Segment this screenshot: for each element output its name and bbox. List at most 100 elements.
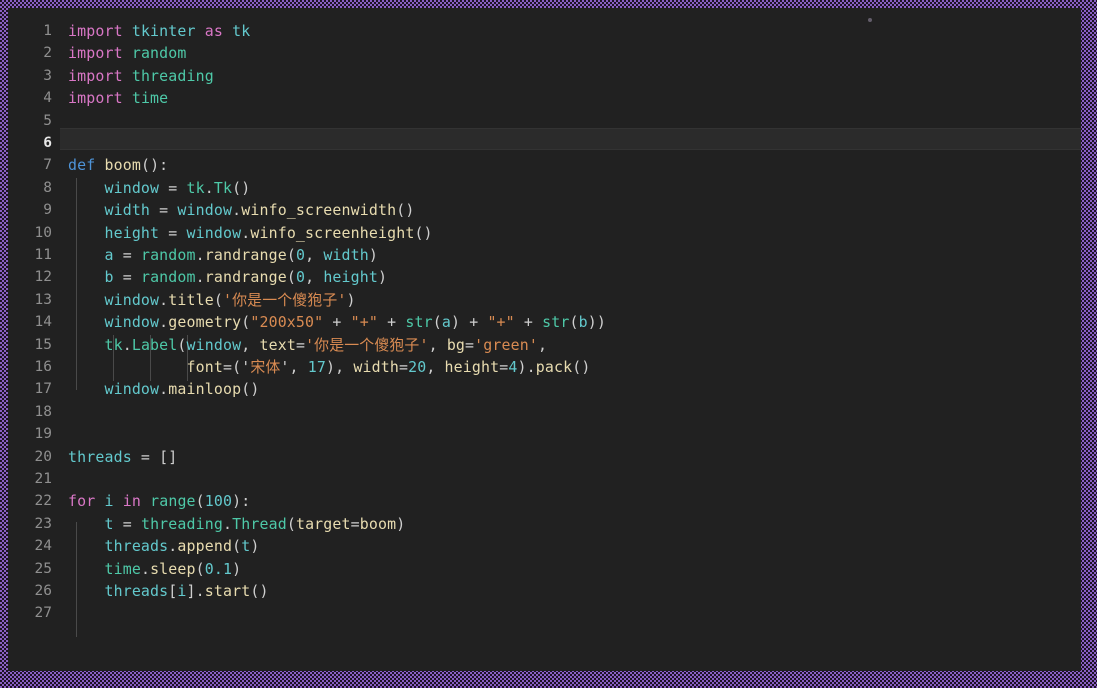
code-token: () [241, 380, 260, 399]
code-token: ( [177, 335, 187, 354]
code-line[interactable]: import threading [68, 65, 214, 87]
code-token: "+" [350, 313, 378, 332]
code-line[interactable]: threads.append(t) [68, 535, 259, 557]
line-number: 9 [43, 202, 52, 219]
code-token: t [241, 537, 251, 556]
code-token: + [323, 313, 351, 332]
code-token: 'green' [474, 335, 538, 354]
code-token: Thread [232, 514, 287, 533]
code-lines[interactable]: import tkinter as tk import random import … [68, 8, 1081, 671]
code-token: import [68, 66, 123, 85]
code-token: range [150, 492, 196, 511]
line-number: 25 [34, 560, 52, 577]
code-token: text [259, 335, 296, 354]
code-token: window [104, 290, 160, 309]
code-token: 4 [508, 358, 518, 376]
code-token: ( [195, 492, 205, 511]
code-line[interactable]: def boom(): [68, 154, 168, 176]
code-area[interactable]: 1 2 3 4 5 6 7 8 9 10 11 12 13 14 15 16 17 18 19 20 21 22 23 24 2… [8, 8, 1081, 671]
code-line[interactable]: window.geometry("200x50" + "+" + str(a) … [68, 311, 606, 333]
code-token: = [] [131, 447, 178, 466]
code-line[interactable]: for i in range(100): [68, 490, 250, 512]
code-token: () [232, 178, 251, 197]
code-line[interactable]: height = window.winfo_screenheight() [68, 222, 433, 244]
code-token: title [168, 290, 214, 309]
code-line[interactable]: window.mainloop() [68, 378, 259, 400]
code-token: + [377, 313, 406, 332]
code-token: = [499, 358, 509, 376]
code-token: 0 [295, 246, 306, 264]
code-token: ): [232, 492, 251, 511]
code-token: ) [396, 514, 406, 533]
code-token: 17 [307, 358, 327, 376]
code-token: Label [131, 335, 178, 354]
code-token: = [159, 223, 187, 242]
code-token: height [323, 268, 379, 287]
code-line[interactable]: import time [68, 87, 168, 109]
code-token: append [177, 537, 233, 556]
line-number: 14 [34, 314, 52, 331]
code-token: ) [450, 313, 461, 332]
code-line[interactable]: font=('宋体', 17), width=20, height=4).pac… [68, 356, 591, 378]
code-token: + [514, 313, 543, 332]
code-token: = [113, 514, 141, 533]
code-line[interactable]: import random [68, 42, 187, 64]
code-line[interactable]: time.sleep(0.1) [68, 558, 241, 580]
code-line[interactable]: b = random.randrange(0, height) [68, 266, 387, 288]
code-token: window [104, 313, 160, 332]
line-number: 16 [34, 359, 52, 375]
code-token: time [131, 89, 169, 108]
code-token: ( [232, 537, 242, 556]
code-token: b [104, 268, 114, 287]
code-token: . [223, 514, 233, 533]
code-token: () [250, 582, 269, 600]
code-token: boom [104, 156, 141, 175]
code-line[interactable]: tk.Label(window, text='你是一个傻狍子', bg='gre… [68, 334, 547, 356]
code-line[interactable]: a = random.randrange(0, width) [68, 244, 378, 266]
code-token: ) [378, 268, 388, 287]
code-line[interactable]: width = window.winfo_screenwidth() [68, 199, 414, 221]
line-number: 7 [43, 157, 52, 174]
code-line[interactable]: window = tk.Tk() [68, 177, 250, 199]
code-token: . [159, 290, 169, 309]
code-line[interactable]: threads = [] [68, 446, 177, 468]
line-number: 1 [43, 23, 52, 39]
code-token: str [542, 313, 570, 332]
code-token: = [150, 201, 178, 220]
code-token: randrange [204, 246, 287, 264]
code-token: start [204, 582, 251, 600]
code-line[interactable]: import tkinter as tk [68, 20, 250, 42]
code-token: , [305, 268, 324, 287]
line-number: 12 [34, 269, 52, 286]
code-token: = [398, 358, 409, 376]
code-token: mainloop [168, 380, 242, 399]
code-token: random [140, 246, 196, 264]
code-token: a [441, 313, 451, 332]
code-line[interactable]: t = threading.Thread(target=boom) [68, 513, 405, 535]
code-token: = [113, 246, 141, 264]
code-token: import [68, 22, 123, 40]
code-token: . [195, 268, 205, 287]
code-token: ) [346, 290, 356, 309]
code-token: threads [68, 447, 132, 466]
code-token: time [104, 559, 141, 578]
code-token: = [159, 178, 187, 197]
code-line[interactable]: threads[i].start() [68, 580, 269, 602]
code-editor[interactable]: 1 2 3 4 5 6 7 8 9 10 11 12 13 14 15 16 17 18 19 20 21 22 23 24 2… [8, 8, 1081, 671]
code-token: import [68, 44, 123, 63]
code-token: tk [104, 335, 123, 354]
line-number-gutter: 1 2 3 4 5 6 7 8 9 10 11 12 13 14 15 16 17 18 19 20 21 22 23 24 2… [8, 8, 60, 671]
code-line[interactable]: window.title('你是一个傻狍子') [68, 289, 356, 311]
code-token: , [305, 246, 324, 264]
code-token: import [68, 89, 123, 108]
line-number: 13 [34, 291, 52, 308]
